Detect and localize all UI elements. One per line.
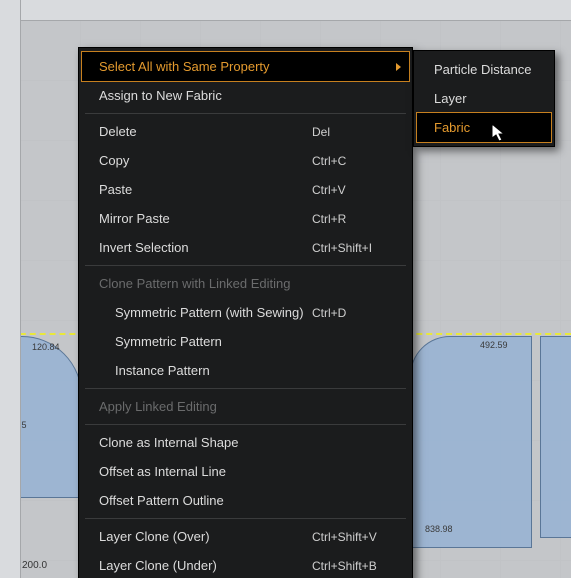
context-menu: Select All with Same Property Assign to …: [78, 47, 413, 578]
menu-item-label: Symmetric Pattern: [115, 334, 392, 349]
menu-clone-internal-shape[interactable]: Clone as Internal Shape: [79, 428, 412, 457]
menu-assign-new-fabric[interactable]: Assign to New Fabric: [79, 81, 412, 110]
menu-item-label: Delete: [99, 124, 312, 139]
menu-delete[interactable]: Delete Del: [79, 117, 412, 146]
menu-item-label: Particle Distance: [434, 62, 534, 77]
menu-separator: [85, 113, 406, 114]
menu-item-label: Fabric: [434, 120, 534, 135]
menu-separator: [85, 518, 406, 519]
menu-separator: [85, 265, 406, 266]
menu-item-label: Layer Clone (Over): [99, 529, 312, 544]
pattern-dim-label: 120.84: [32, 342, 60, 352]
menu-item-shortcut: Ctrl+Shift+B: [312, 559, 392, 573]
menu-offset-internal-line[interactable]: Offset as Internal Line: [79, 457, 412, 486]
menu-mirror-paste[interactable]: Mirror Paste Ctrl+R: [79, 204, 412, 233]
menu-item-label: Symmetric Pattern (with Sewing): [115, 305, 312, 320]
pattern-piece[interactable]: [410, 336, 532, 548]
submenu-layer[interactable]: Layer: [414, 84, 554, 113]
menu-item-label: Apply Linked Editing: [99, 399, 392, 414]
submenu-fabric[interactable]: Fabric: [416, 112, 552, 143]
menu-item-label: Offset as Internal Line: [99, 464, 392, 479]
menu-item-shortcut: Del: [312, 125, 392, 139]
menu-item-shortcut: Ctrl+V: [312, 183, 392, 197]
menu-item-label: Select All with Same Property: [99, 59, 392, 74]
menu-separator: [85, 388, 406, 389]
context-submenu: Particle Distance Layer Fabric: [413, 50, 555, 147]
menu-item-shortcut: Ctrl+Shift+V: [312, 530, 392, 544]
menu-item-label: Mirror Paste: [99, 211, 312, 226]
menu-item-label: Clone as Internal Shape: [99, 435, 392, 450]
submenu-arrow-icon: [396, 63, 401, 71]
menu-item-label: Instance Pattern: [115, 363, 392, 378]
ruler-tick-label: 200.0: [22, 560, 47, 571]
menu-symmetric-pattern[interactable]: Symmetric Pattern: [79, 327, 412, 356]
menu-layer-clone-over[interactable]: Layer Clone (Over) Ctrl+Shift+V: [79, 522, 412, 551]
menu-item-label: Invert Selection: [99, 240, 312, 255]
menu-separator: [85, 424, 406, 425]
menu-instance-pattern[interactable]: Instance Pattern: [79, 356, 412, 385]
menu-invert-selection[interactable]: Invert Selection Ctrl+Shift+I: [79, 233, 412, 262]
submenu-particle-distance[interactable]: Particle Distance: [414, 55, 554, 84]
menu-item-label: Layer: [434, 91, 534, 106]
menu-item-label: Assign to New Fabric: [99, 88, 392, 103]
menu-item-shortcut: Ctrl+D: [312, 306, 392, 320]
ruler-vertical: 200.0: [0, 0, 21, 578]
ruler-horizontal: [0, 0, 571, 21]
pattern-dim-label: 838.98: [425, 524, 453, 534]
menu-item-shortcut: Ctrl+R: [312, 212, 392, 226]
menu-offset-pattern-outline[interactable]: Offset Pattern Outline: [79, 486, 412, 515]
menu-symmetric-pattern-sewing[interactable]: Symmetric Pattern (with Sewing) Ctrl+D: [79, 298, 412, 327]
menu-heading-apply-linked: Apply Linked Editing: [79, 392, 412, 421]
menu-item-label: Copy: [99, 153, 312, 168]
menu-item-label: Paste: [99, 182, 312, 197]
menu-item-label: Offset Pattern Outline: [99, 493, 392, 508]
menu-heading-clone-linked: Clone Pattern with Linked Editing: [79, 269, 412, 298]
menu-item-shortcut: Ctrl+Shift+I: [312, 241, 392, 255]
menu-item-label: Layer Clone (Under): [99, 558, 312, 573]
menu-item-shortcut: Ctrl+C: [312, 154, 392, 168]
pattern-piece[interactable]: [540, 336, 571, 538]
menu-copy[interactable]: Copy Ctrl+C: [79, 146, 412, 175]
pattern-dim-label: 492.59: [480, 340, 508, 350]
menu-select-all-same-property[interactable]: Select All with Same Property: [81, 51, 410, 82]
menu-item-label: Clone Pattern with Linked Editing: [99, 276, 392, 291]
menu-layer-clone-under[interactable]: Layer Clone (Under) Ctrl+Shift+B: [79, 551, 412, 578]
menu-paste[interactable]: Paste Ctrl+V: [79, 175, 412, 204]
